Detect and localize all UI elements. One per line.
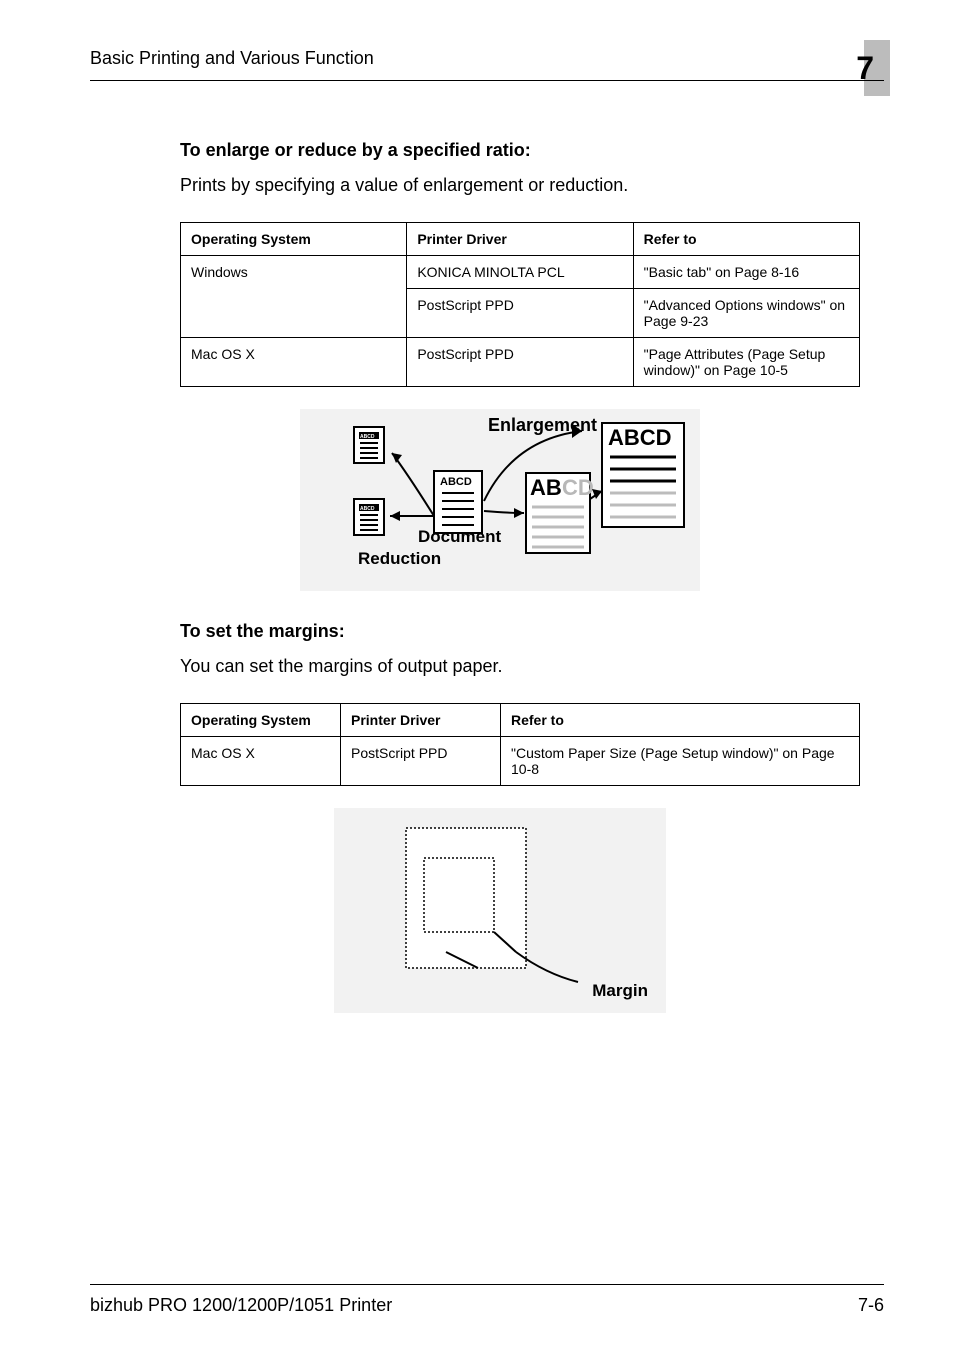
margin-svg — [346, 824, 654, 994]
footer-right: 7-6 — [858, 1295, 884, 1316]
table-header: Refer to — [633, 223, 859, 256]
document-label: Document — [418, 527, 501, 547]
chapter-tab: 7 — [838, 48, 884, 104]
margin-diagram: Margin — [334, 808, 666, 1013]
table-row: Windows KONICA MINOLTA PCL "Basic tab" o… — [181, 256, 860, 289]
abcd-sm-text: ABCD — [440, 476, 472, 488]
page-footer: bizhub PRO 1200/1200P/1051 Printer 7-6 — [90, 1284, 884, 1316]
abcd-icon-text: ABCD — [360, 506, 375, 512]
table-header: Operating System — [181, 704, 341, 737]
svg-text:CD: CD — [562, 475, 594, 500]
header-rule — [90, 80, 884, 81]
table-cell: Windows — [181, 256, 407, 338]
abcd-big-text: ABCD — [608, 425, 672, 450]
table-header: Printer Driver — [341, 704, 501, 737]
table-cell: "Advanced Options windows" on Page 9-23 — [633, 289, 859, 338]
table-cell: "Basic tab" on Page 8-16 — [633, 256, 859, 289]
page-content: To enlarge or reduce by a specified rati… — [90, 140, 864, 1013]
margin-label: Margin — [592, 981, 648, 1001]
enlargement-label: Enlargement — [488, 415, 597, 436]
chapter-number: 7 — [856, 50, 874, 87]
enlarge-reduce-diagram: Enlargement Document Reduction ABCD — [300, 409, 700, 591]
footer-left: bizhub PRO 1200/1200P/1051 Printer — [90, 1295, 392, 1316]
table-cell: PostScript PPD — [407, 289, 633, 338]
table-header: Operating System — [181, 223, 407, 256]
reduction-label: Reduction — [358, 549, 441, 569]
section1-heading: To enlarge or reduce by a specified rati… — [180, 140, 864, 161]
svg-text:AB: AB — [530, 475, 562, 500]
table-cell: KONICA MINOLTA PCL — [407, 256, 633, 289]
table-cell: PostScript PPD — [407, 338, 633, 387]
table-row: Mac OS X PostScript PPD "Page Attributes… — [181, 338, 860, 387]
section1-table: Operating System Printer Driver Refer to… — [180, 222, 860, 387]
table-cell: Mac OS X — [181, 338, 407, 387]
table-cell: "Page Attributes (Page Setup window)" on… — [633, 338, 859, 387]
abcd-icon-text: ABCD — [360, 434, 375, 440]
table-cell: PostScript PPD — [341, 737, 501, 786]
running-title: Basic Printing and Various Function — [90, 48, 374, 69]
section1-paragraph: Prints by specifying a value of enlargem… — [180, 175, 864, 196]
section2-heading: To set the margins: — [180, 621, 864, 642]
section2-table: Operating System Printer Driver Refer to… — [180, 703, 860, 786]
table-header: Refer to — [501, 704, 860, 737]
table-cell: Mac OS X — [181, 737, 341, 786]
table-row: Mac OS X PostScript PPD "Custom Paper Si… — [181, 737, 860, 786]
table-header: Printer Driver — [407, 223, 633, 256]
section2-paragraph: You can set the margins of output paper. — [180, 656, 864, 677]
table-cell: "Custom Paper Size (Page Setup window)" … — [501, 737, 860, 786]
